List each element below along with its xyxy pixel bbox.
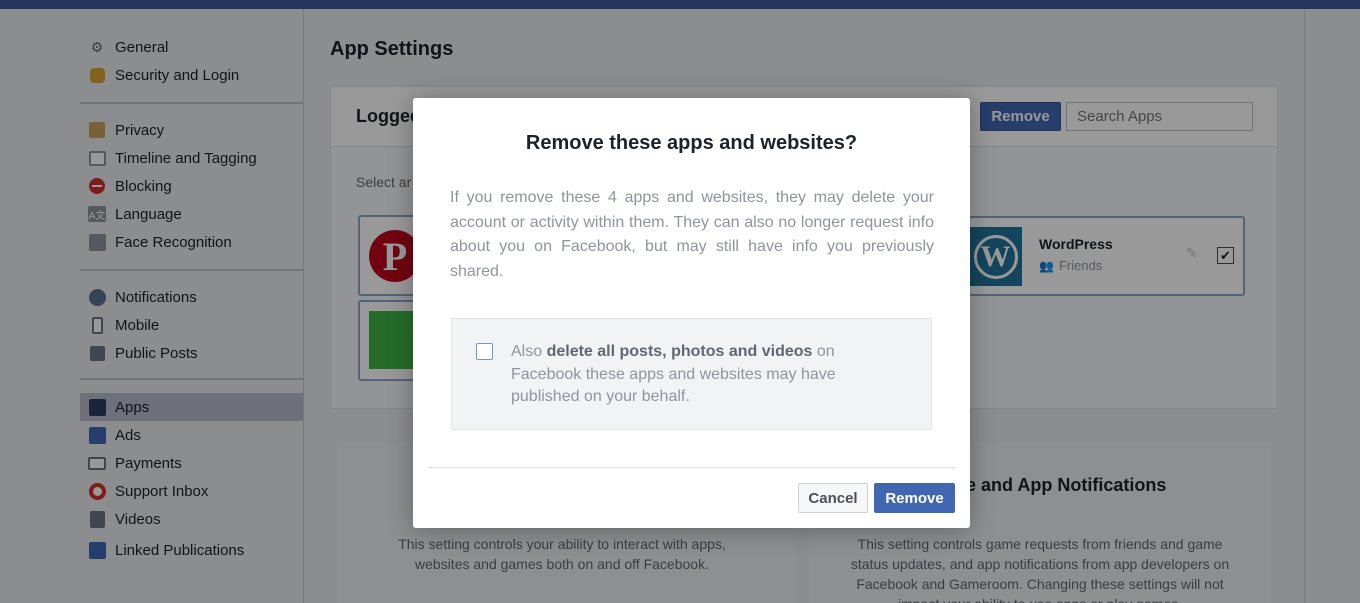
delete-posts-label-bold: delete all posts, photos and videos: [546, 343, 813, 360]
delete-posts-label-prefix: Also: [511, 343, 547, 360]
cancel-button[interactable]: Cancel: [798, 483, 868, 513]
delete-posts-option: Also delete all posts, photos and videos…: [451, 318, 932, 430]
remove-button[interactable]: Remove: [874, 483, 955, 513]
remove-apps-dialog: Remove these apps and websites? If you r…: [413, 98, 970, 528]
dialog-body-text: If you remove these 4 apps and websites,…: [450, 189, 934, 280]
delete-posts-label[interactable]: Also delete all posts, photos and videos…: [511, 341, 881, 409]
dialog-divider: [428, 467, 955, 468]
delete-posts-checkbox[interactable]: [476, 343, 493, 360]
dialog-title: Remove these apps and websites?: [525, 132, 858, 154]
